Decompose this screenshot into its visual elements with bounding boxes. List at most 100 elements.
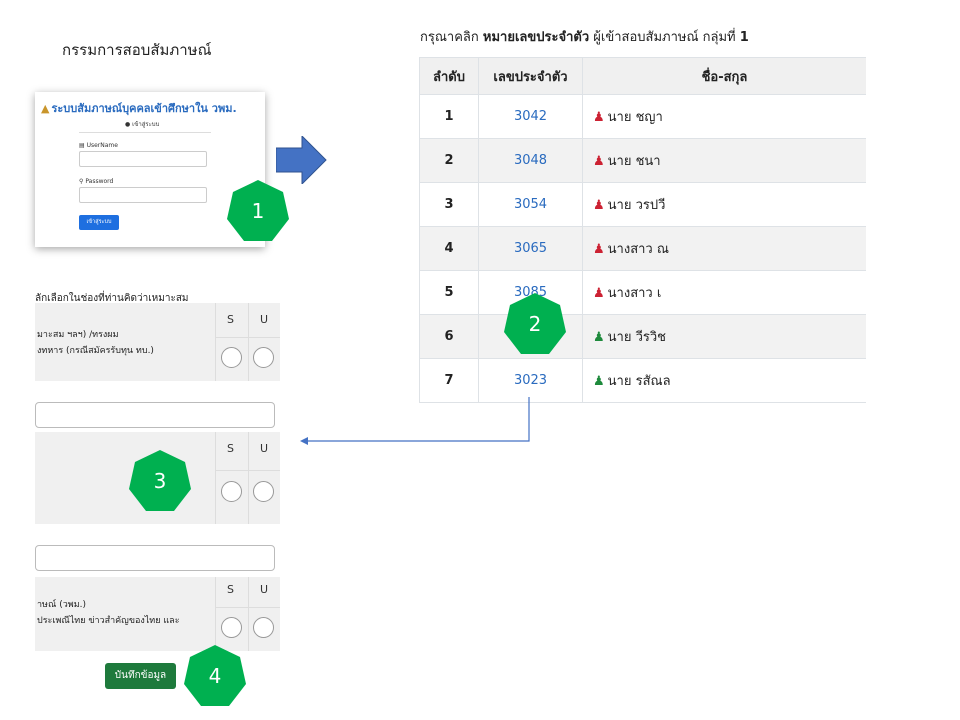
step-badge-1: 1: [226, 179, 290, 243]
person-icon: ♟: [593, 154, 605, 169]
header-order: ลำดับ: [419, 57, 479, 95]
key-icon: ⚲: [79, 178, 84, 185]
radio-u[interactable]: [253, 481, 274, 502]
candidate-name: ♟ นางสาว ณ: [582, 226, 866, 271]
username-input[interactable]: [79, 151, 207, 167]
radio-u[interactable]: [253, 617, 274, 638]
radio-s[interactable]: [221, 347, 242, 368]
table-row: 2 3048 ♟ นาย ชนา: [419, 138, 866, 183]
u-label: U: [260, 583, 269, 596]
person-icon: ♟: [593, 286, 605, 301]
step-badge-2-label: 2: [528, 312, 542, 336]
person-icon: ♟: [593, 374, 605, 389]
candidate-id-link[interactable]: 3042: [478, 94, 583, 139]
instruction-group: 1: [739, 30, 749, 45]
emblem-icon: ▲: [41, 102, 50, 115]
table-instruction: กรุณาคลิก หมายเลขประจำตัว ผู้เข้าสอบสัมภ…: [420, 26, 900, 47]
table-row: 4 3065 ♟ นางสาว ณ: [419, 226, 866, 271]
password-label-text: Password: [85, 178, 114, 185]
password-input[interactable]: [79, 187, 207, 203]
question-text-line1: มาะสม ฯลฯ) /ทรงผม: [37, 330, 119, 340]
password-label: ⚲ Password: [79, 178, 113, 185]
radio-s[interactable]: [221, 481, 242, 502]
table-row: 6 ♟ นาย วีรวิช: [419, 314, 866, 359]
step-badge-3: 3: [128, 449, 192, 513]
instruction-prefix: กรุณาคลิก: [420, 30, 479, 45]
step-badge-3-label: 3: [153, 469, 167, 493]
candidate-name-text: นางสาว ณ: [607, 242, 669, 257]
candidate-name: ♟ นางสาว เ: [582, 270, 866, 315]
comment-input-1[interactable]: [35, 402, 275, 428]
question-text-line1: าษณ์ (วพม.): [37, 600, 86, 610]
s-label: S: [227, 442, 234, 455]
candidate-name-text: นาย รสัณล: [607, 374, 671, 389]
username-label-text: UserName: [86, 142, 118, 149]
candidate-name-text: นาย วรปวี: [607, 198, 666, 213]
header-name: ชื่อ-สกุล: [582, 57, 866, 95]
candidate-name-text: นางสาว เ: [607, 286, 662, 301]
login-button[interactable]: เข้าสู่ระบบ: [79, 215, 119, 230]
candidate-id-link[interactable]: 3048: [478, 138, 583, 183]
username-label: ▤ UserName: [79, 142, 118, 149]
candidate-id-link[interactable]: 3065: [478, 226, 583, 271]
header-id: เลขประจำตัว: [478, 57, 583, 95]
person-icon: ♟: [593, 330, 605, 345]
connector-arrow: [300, 397, 530, 445]
row-order: 2: [419, 138, 479, 183]
divider: [79, 132, 211, 133]
row-order: 5: [419, 270, 479, 315]
row-order: 6: [419, 314, 479, 359]
divider: [215, 607, 280, 608]
row-order: 3: [419, 182, 479, 227]
divider: [248, 303, 249, 381]
candidate-name-text: นาย ชญา: [607, 110, 663, 125]
table-row: 1 3042 ♟ นาย ชญา: [419, 94, 866, 139]
divider: [215, 337, 280, 338]
divider: [248, 432, 249, 524]
divider: [215, 303, 216, 381]
login-title: ▲ ระบบสัมภาษณ์บุคคลเข้าศึกษาใน วพม.: [41, 99, 237, 117]
divider: [215, 470, 280, 471]
divider: [248, 577, 249, 651]
right-arrow-icon: [276, 136, 327, 184]
candidate-id-link[interactable]: 3054: [478, 182, 583, 227]
radio-u[interactable]: [253, 347, 274, 368]
table-row: 3 3054 ♟ นาย วรปวี: [419, 182, 866, 227]
question-text-line2: งทหาร (กรณีสมัครรับทุน ทบ.): [37, 346, 154, 356]
login-subtitle: ● เข้าสู่ระบบ: [125, 119, 159, 129]
login-subtitle-text: เข้าสู่ระบบ: [132, 121, 160, 128]
login-title-text: ระบบสัมภาษณ์บุคคลเข้าศึกษาใน วพม.: [51, 102, 237, 115]
person-icon: ♟: [593, 242, 605, 257]
person-icon: ♟: [593, 110, 605, 125]
instruction-middle: ผู้เข้าสอบสัมภาษณ์ กลุ่มที่: [593, 30, 736, 45]
candidate-name-text: นาย ชนา: [607, 154, 661, 169]
step-badge-4-label: 4: [208, 664, 222, 688]
save-button[interactable]: บันทึกข้อมูล: [105, 663, 176, 689]
candidate-name: ♟ นาย วีรวิช: [582, 314, 866, 359]
question-block-1: S U มาะสม ฯลฯ) /ทรงผม งทหาร (กรณีสมัครรั…: [35, 303, 280, 381]
question-block-3: S U าษณ์ (วพม.) ประเพณีไทย ข่าวสำคัญของไ…: [35, 577, 280, 651]
row-order: 1: [419, 94, 479, 139]
step-badge-1-label: 1: [251, 199, 265, 223]
u-label: U: [260, 442, 269, 455]
candidate-name: ♟ นาย วรปวี: [582, 182, 866, 227]
candidate-table: ลำดับ เลขประจำตัว ชื่อ-สกุล 1 3042 ♟ นาย …: [419, 57, 866, 403]
radio-s[interactable]: [221, 617, 242, 638]
u-label: U: [260, 313, 269, 326]
candidate-name: ♟ นาย ชญา: [582, 94, 866, 139]
s-label: S: [227, 583, 234, 596]
step-badge-4: 4: [183, 644, 247, 708]
comment-input-2[interactable]: [35, 545, 275, 571]
candidate-name: ♟ นาย ชนา: [582, 138, 866, 183]
table-row: 5 3085 ♟ นางสาว เ: [419, 270, 866, 315]
person-icon: ♟: [593, 198, 605, 213]
row-order: 4: [419, 226, 479, 271]
s-label: S: [227, 313, 234, 326]
divider: [215, 577, 216, 651]
candidate-name: ♟ นาย รสัณล: [582, 358, 866, 403]
question-text-line2: ประเพณีไทย ข่าวสำคัญของไทย และ: [37, 616, 180, 626]
step-badge-2: 2: [503, 292, 567, 356]
instruction-bold: หมายเลขประจำตัว: [482, 30, 590, 45]
id-card-icon: ▤: [79, 142, 85, 149]
committee-title: กรรมการสอบสัมภาษณ์: [62, 41, 212, 59]
